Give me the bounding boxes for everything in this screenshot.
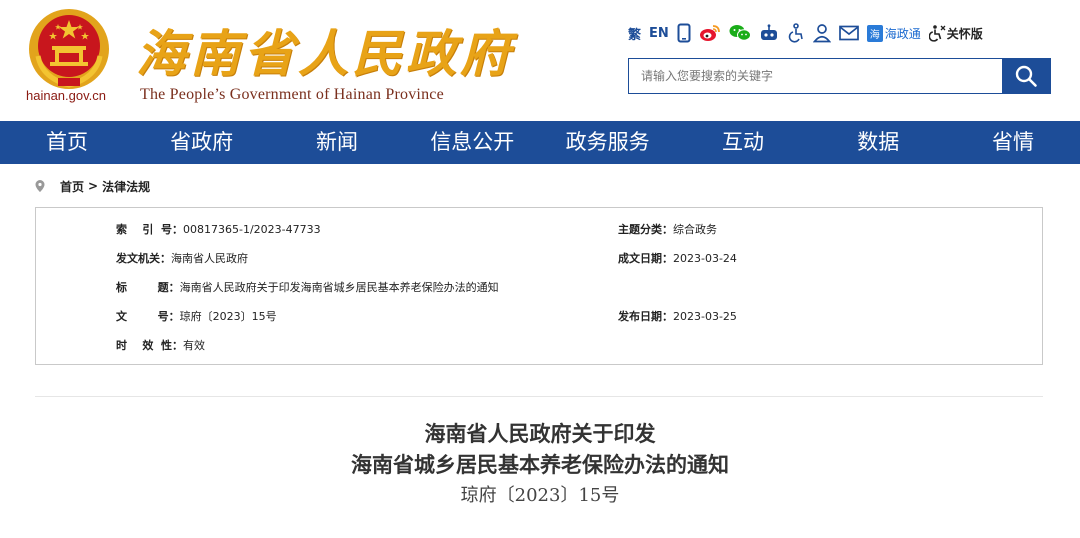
haizhengtong-badge-icon: 海 (866, 24, 883, 42)
category-label: 主题分类： (618, 223, 673, 236)
accessibility-icon[interactable] (787, 22, 805, 44)
main-nav: 首页 省政府 新闻 信息公开 政务服务 互动 数据 省情 (0, 121, 1080, 164)
site-header: hainan.gov.cn 海南省人民政府 The People’s Gover… (0, 0, 1080, 120)
site-title[interactable]: 海南省人民政府 (136, 14, 514, 86)
site-subtitle: The People’s Government of Hainan Provin… (140, 86, 444, 103)
search-box (628, 58, 1051, 94)
info-row-publish-date: 发布日期： 2023-03-25 (618, 307, 737, 325)
search-icon (1015, 65, 1037, 87)
breadcrumb-current-link[interactable]: 法律法规 (102, 178, 150, 195)
issuer-label: 发文机关： (116, 252, 171, 265)
doc-number-label: 文 号： (116, 310, 180, 323)
doc-number-value: 琼府〔2023〕15号 (179, 310, 277, 323)
date-value: 2023-03-24 (673, 251, 737, 265)
document-info-panel: 索 引 号： 00817365-1/2023-47733 主题分类： 综合政务 … (35, 207, 1043, 365)
info-row-validity: 时 效 性： 有效 (116, 336, 205, 354)
nav-item-interaction[interactable]: 互动 (675, 121, 810, 164)
search-input[interactable] (629, 59, 1002, 93)
haizhengtong-link[interactable]: 海 海政通 (866, 22, 921, 44)
document-title-line-2: 海南省城乡居民基本养老保险办法的通知 (351, 452, 729, 477)
index-value: 00817365-1/2023-47733 (182, 222, 321, 236)
nav-item-news[interactable]: 新闻 (269, 121, 404, 164)
publish-date-label: 发布日期： (618, 310, 673, 323)
english-link[interactable]: EN (649, 22, 669, 44)
nav-item-data[interactable]: 数据 (811, 121, 946, 164)
header-toolbar: 繁 EN 海 海政通 关怀版 (628, 22, 983, 44)
document-number: 琼府〔2023〕15号 (460, 485, 620, 506)
nav-item-home[interactable]: 首页 (0, 121, 134, 164)
validity-label: 时 效 性： (116, 339, 183, 352)
national-emblem-icon[interactable] (28, 8, 110, 90)
content-divider (35, 396, 1043, 397)
breadcrumb-home-link[interactable]: 首页 (60, 178, 84, 195)
care-mode-icon (928, 25, 946, 42)
nav-item-gov-services[interactable]: 政务服务 (540, 121, 675, 164)
care-mode-label: 关怀版 (946, 26, 983, 41)
validity-value: 有效 (182, 339, 205, 352)
user-icon[interactable] (812, 22, 831, 44)
mail-icon[interactable] (838, 22, 859, 44)
wechat-icon[interactable] (729, 22, 751, 44)
nav-item-provincial-government[interactable]: 省政府 (134, 121, 269, 164)
site-domain: hainan.gov.cn (26, 88, 106, 103)
nav-item-info-disclosure[interactable]: 信息公开 (405, 121, 540, 164)
title-label: 标 题： (116, 281, 180, 294)
date-label: 成文日期： (618, 252, 673, 265)
mobile-icon[interactable] (677, 22, 691, 44)
info-row-index: 索 引 号： 00817365-1/2023-47733 (116, 220, 321, 238)
info-row-title: 标 题： 海南省人民政府关于印发海南省城乡居民基本养老保险办法的通知 (116, 278, 499, 296)
location-pin-icon (35, 180, 45, 192)
document-title-line-1: 海南省人民政府关于印发 (424, 421, 656, 446)
weibo-icon[interactable] (699, 22, 721, 44)
haizhengtong-label: 海政通 (884, 26, 921, 41)
issuer-value: 海南省人民政府 (171, 252, 248, 265)
breadcrumb-separator: > (88, 179, 99, 193)
breadcrumb: 首页 > 法律法规 (34, 177, 150, 195)
title-value: 海南省人民政府关于印发海南省城乡居民基本养老保险办法的通知 (179, 281, 499, 294)
search-button[interactable] (1002, 59, 1050, 93)
info-row-date: 成文日期： 2023-03-24 (618, 249, 737, 267)
info-row-doc-number: 文 号： 琼府〔2023〕15号 (116, 307, 277, 325)
info-row-issuer: 发文机关： 海南省人民政府 (116, 249, 248, 267)
info-row-category: 主题分类： 综合政务 (618, 220, 717, 238)
index-label: 索 引 号： (116, 223, 183, 236)
publish-date-value: 2023-03-25 (673, 309, 737, 323)
category-value: 综合政务 (673, 223, 717, 236)
nav-item-province-overview[interactable]: 省情 (946, 121, 1080, 164)
robot-icon[interactable] (759, 22, 779, 44)
traditional-chinese-link[interactable]: 繁 (628, 22, 641, 44)
care-mode-link[interactable]: 关怀版 (928, 22, 983, 44)
